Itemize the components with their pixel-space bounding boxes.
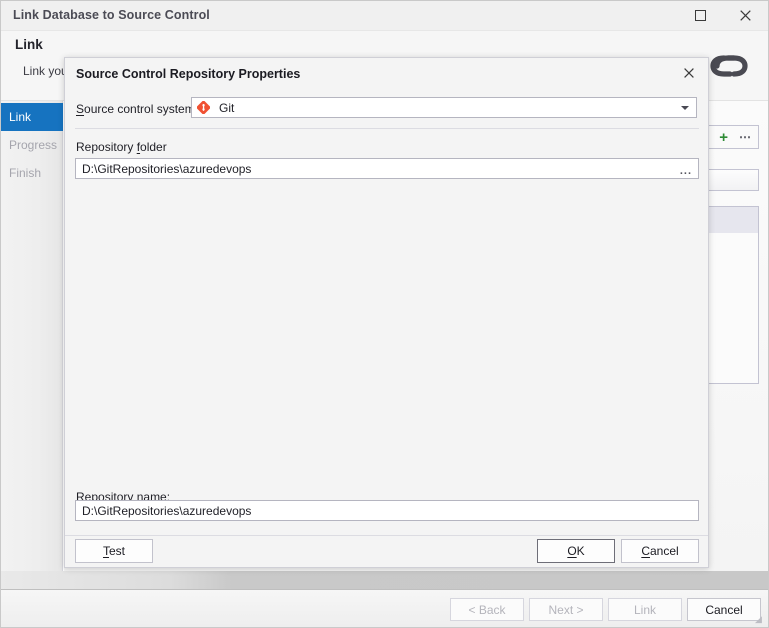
content-bottom-separator	[1, 571, 768, 590]
dialog-title-bar: Source Control Repository Properties	[65, 58, 708, 90]
source-control-system-label: Source control system:	[76, 102, 198, 116]
window-title: Link Database to Source Control	[13, 8, 210, 22]
link-button-label: Link	[633, 602, 656, 617]
source-control-system-label-rest: ource control system:	[84, 102, 199, 116]
back-button-label: < Back	[468, 602, 506, 617]
back-button: < Back	[450, 598, 524, 621]
dialog-close-button[interactable]	[670, 58, 708, 89]
source-control-repository-properties-dialog: Source Control Repository Properties Sou…	[64, 57, 709, 568]
sidebar-item-link[interactable]: Link	[1, 103, 63, 131]
plus-icon[interactable]: +	[719, 130, 728, 145]
maximize-button[interactable]	[678, 1, 723, 30]
sidebar-item-label: Finish	[9, 166, 42, 180]
source-control-system-label-accesskey: S	[76, 102, 85, 116]
repository-name-input[interactable]: D:\GitRepositories\azuredevops	[75, 500, 699, 521]
page-title: Link	[15, 37, 43, 52]
maximize-icon	[695, 10, 706, 21]
git-icon	[196, 100, 211, 115]
dialog-divider	[75, 128, 699, 129]
sidebar-item-label: Progress	[9, 138, 58, 152]
sidebar-item-progress: Progress	[1, 131, 63, 159]
ok-button-label: OK	[567, 544, 585, 558]
close-icon	[740, 10, 751, 21]
sidebar-item-label: Link	[9, 110, 32, 124]
repository-folder-label: Repository folder	[76, 140, 167, 154]
dialog-footer-divider	[65, 535, 708, 536]
cancel-button-label: Cancel	[705, 602, 743, 617]
next-button-label: Next >	[548, 602, 584, 617]
test-button-label: Test	[102, 544, 125, 558]
ok-button[interactable]: OK	[537, 539, 615, 563]
repository-folder-label-prefix: Repository	[76, 140, 137, 154]
repository-folder-value: D:\GitRepositories\azuredevops	[82, 161, 252, 176]
window-title-bar: Link Database to Source Control	[1, 1, 768, 31]
dialog-cancel-button-label: Cancel	[641, 544, 679, 558]
ellipsis-icon[interactable]: ⋯	[739, 131, 752, 143]
repository-folder-input[interactable]: D:\GitRepositories\azuredevops ...	[75, 158, 699, 179]
cancel-button[interactable]: Cancel	[687, 598, 761, 621]
test-button[interactable]: Test	[75, 539, 153, 563]
next-button: Next >	[529, 598, 603, 621]
browse-folder-button[interactable]: ...	[680, 166, 692, 177]
close-icon	[684, 67, 694, 81]
repository-name-value: D:\GitRepositories\azuredevops	[82, 503, 252, 518]
close-button[interactable]	[723, 1, 768, 30]
wizard-footer: < Back Next > Link Cancel ◢	[1, 590, 768, 627]
app-window: Link Database to Source Control Link Lin…	[0, 0, 769, 628]
source-control-system-value: Git	[219, 100, 235, 115]
chain-link-icon	[708, 45, 750, 87]
sidebar-item-finish: Finish	[1, 159, 63, 187]
source-control-system-combobox[interactable]: Git	[191, 97, 697, 118]
repository-folder-label-rest: older	[140, 140, 167, 154]
chevron-down-icon[interactable]	[681, 106, 689, 110]
dialog-title: Source Control Repository Properties	[76, 67, 301, 81]
wizard-steps-sidebar: Link Progress Finish	[1, 101, 63, 571]
resize-grip[interactable]: ◢	[755, 615, 765, 625]
link-button: Link	[608, 598, 682, 621]
dialog-cancel-button[interactable]: Cancel	[621, 539, 699, 563]
